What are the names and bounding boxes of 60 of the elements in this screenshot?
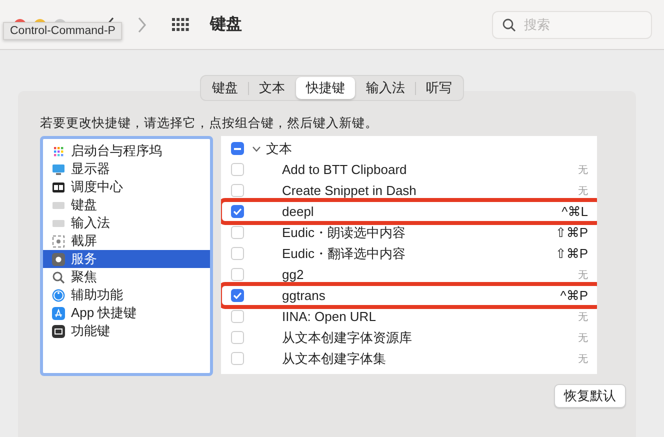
category-item[interactable]: 截屏 — [43, 232, 210, 250]
shortcut-keys: 无 — [578, 162, 588, 176]
instruction-text: 若要更改快捷键，请选择它，点按组合键，然后键入新键。 — [40, 115, 379, 132]
shortcut-keys: 无 — [578, 352, 588, 366]
category-item[interactable]: 启动台与程序坞 — [43, 142, 210, 160]
shortcut-keys: 无 — [578, 310, 588, 324]
group-label: 文本 — [266, 140, 292, 158]
window-title: 键盘 — [210, 14, 242, 35]
app-grid-icon — [52, 144, 65, 158]
checkbox[interactable] — [231, 205, 244, 218]
tab[interactable]: 听写 — [416, 77, 462, 99]
service-name: deepl — [282, 204, 314, 219]
reset-button[interactable]: 恢复默认 — [554, 384, 626, 408]
category-item[interactable]: 服务 — [43, 250, 210, 268]
shortcut-keys: 无 — [578, 330, 588, 344]
category-item[interactable]: 显示器 — [43, 160, 210, 178]
search-field[interactable]: 搜索 — [492, 10, 652, 38]
service-name: 从文本创建字体集 — [282, 350, 386, 368]
service-name: Add to BTT Clipboard — [282, 162, 407, 177]
accessibility-icon — [52, 288, 65, 302]
checkbox[interactable] — [231, 289, 244, 302]
monitor-icon — [52, 162, 65, 176]
grid-icon[interactable] — [172, 18, 190, 32]
tab[interactable]: 输入法 — [356, 77, 415, 99]
search-icon — [502, 18, 516, 32]
category-item[interactable]: 辅助功能 — [43, 286, 210, 304]
search-icon — [52, 270, 65, 284]
category-item[interactable]: 键盘 — [43, 196, 210, 214]
shortcut-keys: ^⌘P — [560, 288, 588, 304]
service-name: Create Snippet in Dash — [282, 183, 416, 198]
category-item[interactable]: 功能键 — [43, 322, 210, 340]
tab[interactable]: 键盘 — [202, 77, 248, 99]
checkmark-icon — [233, 208, 242, 215]
shortcut-keys: ^⌘L — [562, 204, 588, 220]
shortcut-keys: 无 — [578, 184, 588, 198]
dash-icon — [234, 148, 241, 150]
chevron-icon[interactable] — [252, 146, 261, 152]
shortcut-keys: ⇧⌘P — [555, 224, 588, 240]
window-icon — [52, 180, 65, 194]
gear-icon — [52, 252, 65, 266]
service-name: Eudic・朗读选中内容 — [282, 224, 406, 242]
service-name: 从文本创建字体资源库 — [282, 328, 412, 346]
service-name: IINA: Open URL — [282, 309, 376, 324]
checkbox[interactable] — [231, 142, 244, 155]
service-name: Eudic・翻译选中内容 — [282, 244, 406, 262]
category-item[interactable]: 输入法 — [43, 214, 210, 232]
tooltip: Control-Command-P — [3, 22, 122, 40]
category-item[interactable]: 调度中心 — [43, 178, 210, 196]
shortcut-keys: 无 — [578, 268, 588, 282]
tab[interactable]: 快捷键 — [296, 77, 355, 99]
shortcut-keys: ⇧⌘P — [555, 246, 588, 262]
category-item[interactable]: App 快捷键 — [43, 304, 210, 322]
tab[interactable]: 文本 — [249, 77, 295, 99]
checkmark-icon — [233, 292, 242, 299]
service-name: gg2 — [282, 267, 304, 282]
forward-icon[interactable] — [136, 16, 148, 34]
category-item[interactable]: 聚焦 — [43, 268, 210, 286]
service-name: ggtrans — [282, 288, 326, 303]
app-store-icon — [52, 306, 65, 320]
screenshot-icon — [52, 234, 65, 248]
